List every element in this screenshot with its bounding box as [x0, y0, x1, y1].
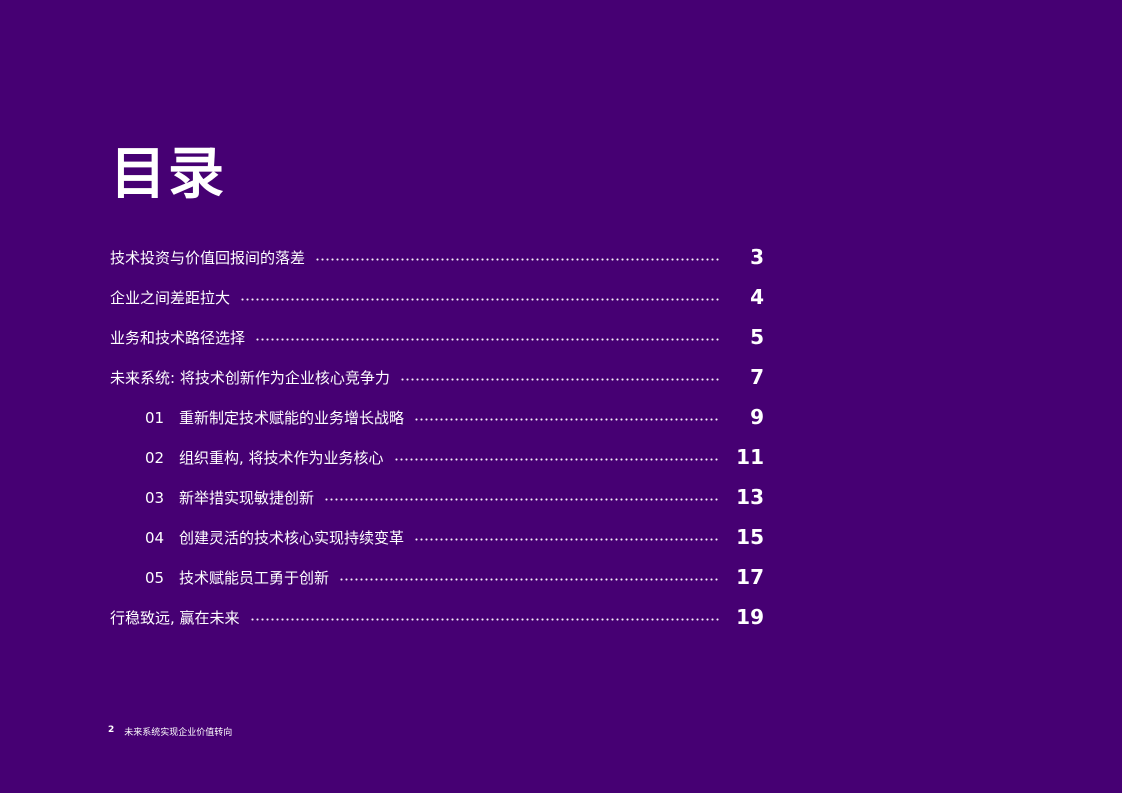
toc-item-label: 02 组织重构, 将技术作为业务核心	[145, 448, 384, 467]
toc-leader-dots	[324, 497, 720, 501]
toc-subitem[interactable]: 05 技术赋能员工勇于创新 17	[110, 557, 770, 597]
toc-item-page: 17	[736, 565, 764, 589]
toc-leader-dots	[399, 377, 720, 381]
toc-item-number: 04	[145, 528, 165, 547]
toc-item[interactable]: 未来系统: 将技术创新作为企业核心竞争力 7	[110, 357, 770, 397]
toc-subitem[interactable]: 02 组织重构, 将技术作为业务核心 11	[110, 437, 770, 477]
toc-item-number: 02	[145, 448, 165, 467]
toc-leader-dots	[393, 457, 720, 461]
toc-item[interactable]: 行稳致远, 赢在未来 19	[110, 597, 770, 637]
toc-leader-dots	[414, 537, 720, 541]
toc-page: { "title": "目录", "toc": [ {"number": "",…	[0, 0, 1122, 793]
toc-item-label: 未来系统: 将技术创新作为企业核心竞争力	[110, 368, 390, 387]
toc-leader-dots	[339, 577, 720, 581]
toc-item-page: 4	[750, 285, 764, 309]
toc-item-label: 技术投资与价值回报间的落差	[110, 248, 306, 267]
toc-item[interactable]: 企业之间差距拉大 4	[110, 277, 770, 317]
toc-item-number: 05	[145, 568, 165, 587]
toc-item-page: 19	[736, 605, 764, 629]
toc-item-label: 03 新举措实现敏捷创新	[145, 488, 315, 507]
toc-leader-dots	[240, 297, 720, 301]
toc-item-page: 13	[736, 485, 764, 509]
toc-item[interactable]: 技术投资与价值回报间的落差 3	[110, 237, 770, 277]
page-title: 目录	[110, 142, 226, 207]
toc-item-page: 7	[750, 365, 764, 389]
table-of-contents: 技术投资与价值回报间的落差 3 企业之间差距拉大 4 业务和技术路径选择 5 未…	[110, 237, 770, 637]
toc-leader-dots	[414, 417, 720, 421]
toc-item-number: 01	[145, 408, 165, 427]
page-footer: 2 未来系统实现企业价值转向	[108, 725, 232, 738]
toc-leader-dots	[255, 337, 720, 341]
toc-item-page: 5	[750, 325, 764, 349]
toc-item-page: 11	[736, 445, 764, 469]
toc-subitem[interactable]: 04 创建灵活的技术核心实现持续变革 15	[110, 517, 770, 557]
toc-item-label: 05 技术赋能员工勇于创新	[145, 568, 330, 587]
toc-leader-dots	[315, 257, 720, 261]
toc-subitem[interactable]: 01 重新制定技术赋能的业务增长战略 9	[110, 397, 770, 437]
toc-item-label: 01 重新制定技术赋能的业务增长战略	[145, 408, 405, 427]
toc-leader-dots	[249, 617, 720, 621]
toc-item-label: 04 创建灵活的技术核心实现持续变革	[145, 528, 405, 547]
toc-item-label: 业务和技术路径选择	[110, 328, 246, 347]
toc-item-page: 9	[750, 405, 764, 429]
toc-item-label: 企业之间差距拉大	[110, 288, 231, 307]
footer-document-title: 未来系统实现企业价值转向	[124, 728, 233, 738]
toc-item-label: 行稳致远, 赢在未来	[110, 608, 240, 627]
toc-item-number: 03	[145, 488, 165, 507]
toc-subitem[interactable]: 03 新举措实现敏捷创新 13	[110, 477, 770, 517]
toc-item[interactable]: 业务和技术路径选择 5	[110, 317, 770, 357]
toc-item-page: 3	[750, 245, 764, 269]
footer-page-number: 2	[108, 725, 115, 735]
toc-item-page: 15	[736, 525, 764, 549]
